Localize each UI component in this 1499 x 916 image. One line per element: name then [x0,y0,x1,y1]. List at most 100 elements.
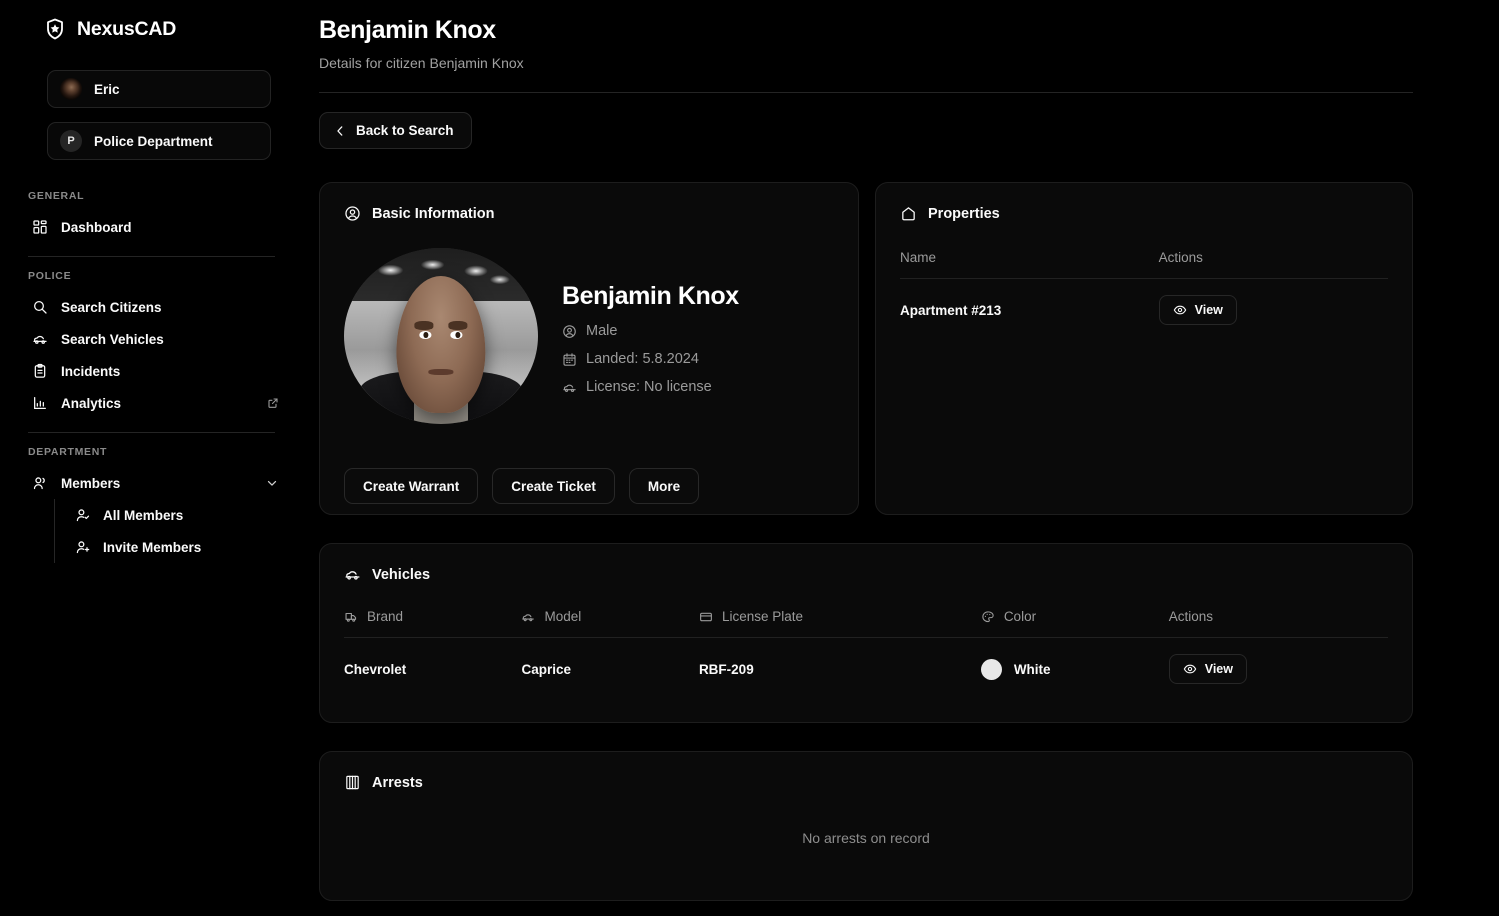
vehicle-model: Caprice [521,661,571,677]
photo-brow-left [414,321,434,330]
sidebar-item-analytics-label: Analytics [61,395,122,411]
back-to-search-label: Back to Search [356,123,454,138]
properties-header-row: Name Actions [900,250,1388,279]
vehicle-color-cell: White [980,638,1169,685]
properties-title: Properties [928,205,1000,222]
sidebar-item-incidents[interactable]: Incidents [28,355,287,387]
more-button[interactable]: More [628,468,700,504]
sidebar-item-invite-members-label: Invite Members [103,539,202,555]
sidebar-item-members-label: Members [61,475,121,491]
citizen-license-row: License: No license [562,379,739,395]
sidebar-item-search-citizens-label: Search Citizens [61,299,162,315]
app-root: NexusCAD Eric P Police Department GENERA… [0,0,1499,916]
sidebar-item-search-vehicles[interactable]: Search Vehicles [28,323,287,355]
arrests-title: Arrests [372,774,423,791]
org-badge: P [60,130,82,152]
palette-icon [982,610,994,622]
vehicles-col-color: Color [980,609,1169,638]
sidebar-item-incidents-label: Incidents [61,363,121,379]
sidebar-item-members[interactable]: Members [28,467,287,499]
section-title-department: DEPARTMENT [28,446,108,458]
table-row: Chevrolet Caprice RBF-209 White View [344,638,1388,685]
user-circle-icon [345,206,360,221]
car-icon [345,571,360,580]
grid-dashboard-icon [33,220,47,234]
view-vehicle-button[interactable]: View [1168,654,1247,684]
properties-table: Name Actions Apartment #213 View [900,250,1388,325]
car-icon [522,613,535,621]
sidebar: NexusCAD Eric P Police Department GENERA… [0,0,303,916]
brand-name: NexusCAD [77,17,177,40]
properties-col-actions: Actions [1158,250,1388,279]
back-to-search-button[interactable]: Back to Search [319,112,472,149]
sidebar-item-invite-members[interactable]: Invite Members [69,531,287,563]
sidebar-section-general: GENERAL Dashboard [16,190,287,243]
vehicles-col-actions: Actions [1168,609,1388,638]
vehicles-table: Brand Model License Plate Color Actions … [344,609,1388,684]
section-title-general: GENERAL [28,190,85,202]
sidebar-submenu-members: All Members Invite Members [54,499,287,563]
basic-information-body: Benjamin Knox Male Landed: 5.8.2024 Lice… [344,248,834,424]
vehicle-actions-cell: View [1168,638,1388,684]
page-subtitle: Details for citizen Benjamin Knox [319,55,524,71]
properties-col-name: Name [900,250,1159,279]
basic-information-title: Basic Information [372,205,495,222]
view-property-button[interactable]: View [1158,295,1237,325]
vehicle-brand: Chevrolet [344,661,407,677]
sidebar-item-analytics[interactable]: Analytics [28,387,287,419]
car-icon [33,335,47,344]
vehicle-color-label: White [1013,661,1051,677]
arrests-card: Arrests No arrests on record [319,751,1413,901]
vehicles-col-model: Model [521,609,699,638]
chevron-left-icon [337,125,343,136]
sidebar-user-button[interactable]: Eric [47,70,271,108]
user-circle-icon [563,324,576,338]
page-title: Benjamin Knox [319,16,496,44]
properties-header: Properties [900,205,1388,222]
sidebar-divider-2 [28,432,275,433]
section-title-police: POLICE [28,270,72,282]
color-swatch [980,658,1002,680]
view-property-label: View [1194,303,1223,317]
vehicles-title: Vehicles [372,566,431,583]
car-icon [563,384,576,392]
brand: NexusCAD [16,0,287,58]
vehicles-col-plate: License Plate [698,609,981,638]
vehicles-header-row: Brand Model License Plate Color Actions [344,609,1388,638]
sidebar-item-dashboard[interactable]: Dashboard [28,211,287,243]
sidebar-item-search-citizens[interactable]: Search Citizens [28,291,287,323]
eye-icon [1183,664,1196,674]
external-link-icon [268,398,278,408]
sidebar-item-search-vehicles-label: Search Vehicles [61,331,164,347]
search-icon [34,301,47,314]
vehicle-plate: RBF-209 [698,661,754,677]
bar-chart-icon [34,397,46,409]
view-vehicle-label: View [1204,662,1233,676]
police-badge-star-icon [47,18,63,40]
create-warrant-button[interactable]: Create Warrant [344,468,479,504]
calendar-icon [563,352,576,366]
top-cards-row: Basic Information Benjamin Knox Male Lan… [319,182,1413,515]
vehicles-card: Vehicles Brand Model License Plate Color… [319,543,1413,723]
citizen-gender-row: Male [562,323,739,339]
citizen-landed-row: Landed: 5.8.2024 [562,351,739,367]
citizen-landed: Landed: 5.8.2024 [586,351,699,367]
create-ticket-button[interactable]: Create Ticket [492,468,615,504]
header-divider [319,92,1413,93]
sidebar-item-all-members[interactable]: All Members [69,499,287,531]
citizen-license: License: No license [586,379,712,395]
citizen-photo [344,248,538,424]
sidebar-org-label: Police Department [94,133,213,149]
user-avatar-photo [60,78,82,100]
arrests-header: Arrests [344,774,1388,791]
vehicles-header: Vehicles [344,566,1388,583]
table-row: Apartment #213 View [900,279,1388,325]
citizen-details: Benjamin Knox Male Landed: 5.8.2024 Lice… [562,248,739,424]
properties-card: Properties Name Actions Apartment #213 V… [875,182,1413,515]
sidebar-item-dashboard-label: Dashboard [61,219,132,235]
sidebar-org-button[interactable]: P Police Department [47,122,271,160]
sidebar-section-police: POLICE Search Citizens Search Vehicles I… [16,270,287,419]
basic-information-header: Basic Information [344,205,834,222]
basic-information-card: Basic Information Benjamin Knox Male Lan… [319,182,859,515]
clipboard-list-icon [34,363,46,378]
